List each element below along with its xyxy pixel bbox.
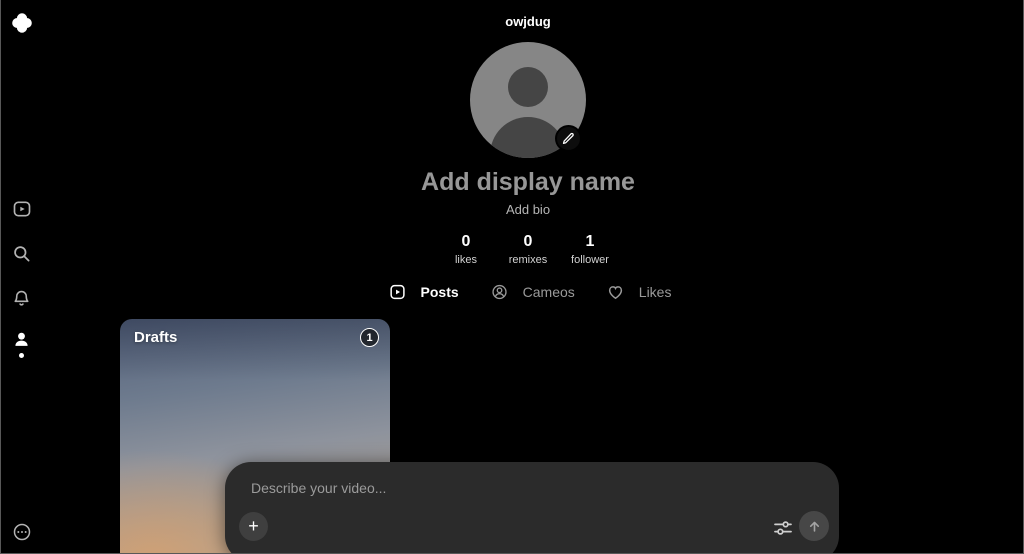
profile-username: owjdug xyxy=(505,14,551,29)
prompt-input[interactable] xyxy=(251,480,671,496)
stat-remixes: 0 remixes xyxy=(508,233,548,266)
drafts-count-badge: 1 xyxy=(360,328,379,347)
drafts-card-title: Drafts xyxy=(134,329,178,346)
video-prompt-composer: + xyxy=(225,462,839,553)
tab-likes[interactable]: Likes xyxy=(607,283,672,301)
profile-stats: 0 likes 0 remixes 1 follower xyxy=(446,233,610,266)
add-bio[interactable]: Add bio xyxy=(506,202,550,217)
tab-cameos-label: Cameos xyxy=(522,284,575,300)
stat-remixes-value: 0 xyxy=(523,233,533,250)
stat-likes-value: 0 xyxy=(461,233,471,250)
submit-prompt-button[interactable] xyxy=(799,511,829,541)
tab-posts[interactable]: Posts xyxy=(389,283,459,301)
stat-follower-value: 1 xyxy=(585,233,595,250)
profile-tabs: Posts Cameos Likes xyxy=(389,283,672,301)
sidebar-item-profile[interactable] xyxy=(11,329,32,350)
stat-likes-label: likes xyxy=(454,254,477,266)
video-settings-button[interactable] xyxy=(773,518,793,538)
add-display-name[interactable]: Add display name xyxy=(421,168,635,197)
sidebar-item-search[interactable] xyxy=(11,243,32,264)
stat-likes: 0 likes xyxy=(446,233,486,266)
stat-remixes-label: remixes xyxy=(508,254,548,266)
tab-posts-label: Posts xyxy=(420,284,459,300)
stat-follower-label: follower xyxy=(571,254,609,266)
sidebar-active-indicator-dot xyxy=(19,353,24,358)
tab-cameos[interactable]: Cameos xyxy=(491,283,575,301)
sidebar-item-explore[interactable] xyxy=(11,198,32,219)
app-logo-cloud-icon[interactable] xyxy=(10,11,34,35)
stat-follower: 1 follower xyxy=(570,233,610,266)
add-attachment-button[interactable]: + xyxy=(239,512,268,541)
profile-page: owjdug Add display name Add bio 0 likes … xyxy=(0,0,1024,554)
tab-likes-label: Likes xyxy=(638,284,672,300)
sidebar-item-notifications[interactable] xyxy=(11,288,32,309)
sidebar-item-more[interactable] xyxy=(11,521,32,542)
edit-avatar-button[interactable] xyxy=(555,125,582,152)
